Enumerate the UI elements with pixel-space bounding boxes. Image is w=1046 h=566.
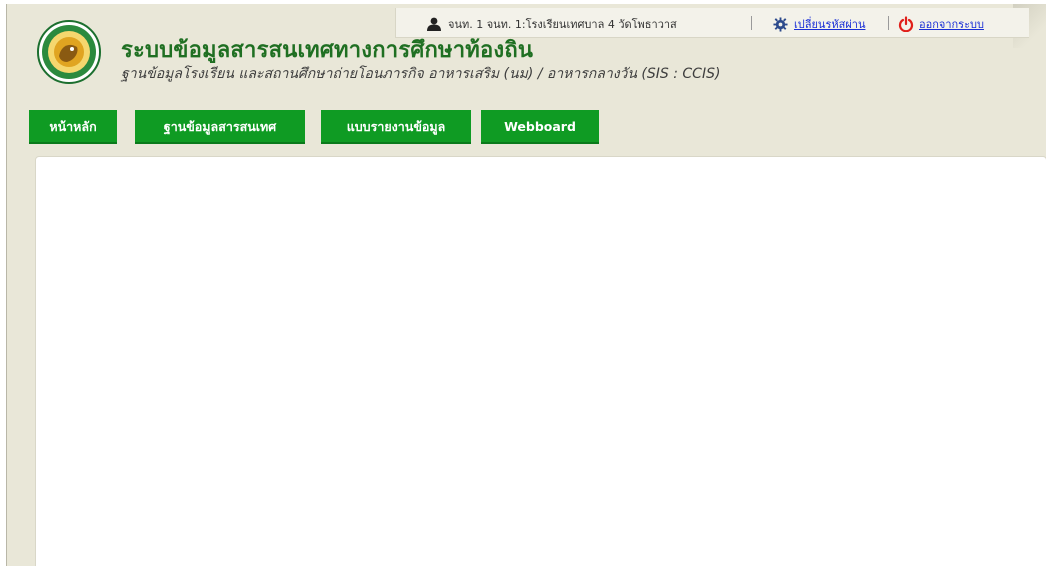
logout-link[interactable]: ออกจากระบบ <box>898 15 984 33</box>
main-content-panel <box>35 156 1046 566</box>
app-window: ระบบข้อมูลสารสนเทศทางการศึกษาท้องถิ่น ฐา… <box>6 4 1046 566</box>
logout-label[interactable]: ออกจากระบบ <box>919 15 984 33</box>
change-password-label[interactable]: เปลี่ยนรหัสผ่าน <box>794 15 865 33</box>
gear-icon <box>773 16 788 32</box>
power-icon <box>898 16 914 32</box>
toolbar-divider <box>751 16 752 30</box>
nav-info-database[interactable]: ฐานข้อมูลสารสนเทศ <box>135 110 305 144</box>
nav-report-forms[interactable]: แบบรายงานข้อมูล <box>321 110 471 144</box>
current-user: จนท. 1 จนท. 1:โรงเรียนเทศบาล 4 วัดโพธาวา… <box>426 15 677 33</box>
user-toolbar: จนท. 1 จนท. 1:โรงเรียนเทศบาล 4 วัดโพธาวา… <box>395 8 1029 38</box>
nav-webboard[interactable]: Webboard <box>481 110 599 144</box>
toolbar-divider <box>888 16 889 30</box>
current-user-label: จนท. 1 จนท. 1:โรงเรียนเทศบาล 4 วัดโพธาวา… <box>448 18 677 31</box>
nav-home[interactable]: หน้าหลัก <box>29 110 117 144</box>
user-icon <box>427 17 441 31</box>
site-subtitle: ฐานข้อมูลโรงเรียน และสถานศึกษาถ่ายโอนภาร… <box>121 66 721 82</box>
change-password-link[interactable]: เปลี่ยนรหัสผ่าน <box>773 15 865 33</box>
logo-seal-icon <box>37 20 101 84</box>
header: ระบบข้อมูลสารสนเทศทางการศึกษาท้องถิ่น ฐา… <box>7 4 1046 154</box>
